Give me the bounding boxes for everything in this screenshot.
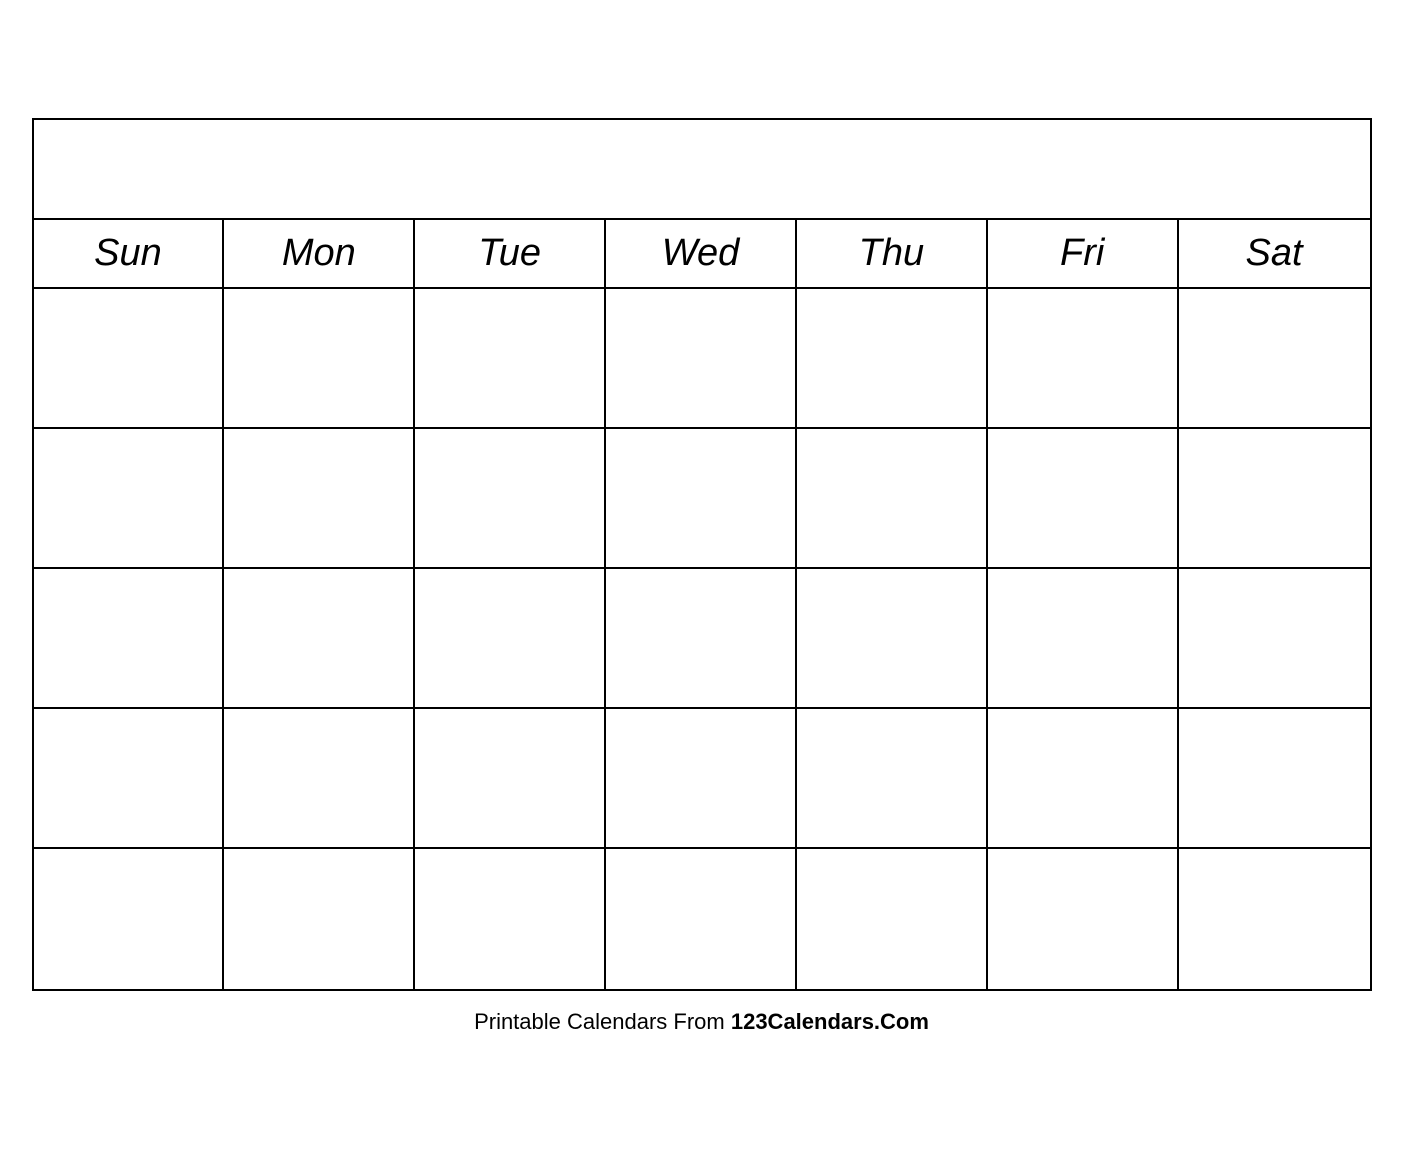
cell-r1-mon[interactable]: [224, 289, 415, 427]
header-sun: Sun: [34, 220, 225, 287]
calendar-row-3: [34, 569, 1370, 709]
calendar-row-1: [34, 289, 1370, 429]
footer-normal-text: Printable Calendars From: [474, 1009, 731, 1034]
calendar-row-4: [34, 709, 1370, 849]
cell-r5-mon[interactable]: [224, 849, 415, 989]
calendar-row-2: [34, 429, 1370, 569]
cell-r2-wed[interactable]: [606, 429, 797, 567]
cell-r3-mon[interactable]: [224, 569, 415, 707]
calendar-title-row: [34, 120, 1370, 220]
footer: Printable Calendars From 123Calendars.Co…: [474, 1009, 929, 1035]
cell-r2-sun[interactable]: [34, 429, 225, 567]
calendar-rows: [34, 289, 1370, 989]
day-headers-row: Sun Mon Tue Wed Thu Fri Sat: [34, 220, 1370, 289]
cell-r4-thu[interactable]: [797, 709, 988, 847]
cell-r1-fri[interactable]: [988, 289, 1179, 427]
cell-r5-fri[interactable]: [988, 849, 1179, 989]
cell-r2-mon[interactable]: [224, 429, 415, 567]
cell-r3-fri[interactable]: [988, 569, 1179, 707]
calendar-container: Sun Mon Tue Wed Thu Fri Sat: [32, 118, 1372, 991]
cell-r5-sat[interactable]: [1179, 849, 1370, 989]
cell-r1-sun[interactable]: [34, 289, 225, 427]
cell-r1-wed[interactable]: [606, 289, 797, 427]
cell-r3-sat[interactable]: [1179, 569, 1370, 707]
cell-r5-thu[interactable]: [797, 849, 988, 989]
footer-bold-text: 123Calendars.Com: [731, 1009, 929, 1034]
cell-r5-tue[interactable]: [415, 849, 606, 989]
cell-r2-tue[interactable]: [415, 429, 606, 567]
header-fri: Fri: [988, 220, 1179, 287]
cell-r4-mon[interactable]: [224, 709, 415, 847]
page-wrapper: Sun Mon Tue Wed Thu Fri Sat: [0, 0, 1403, 1153]
cell-r1-sat[interactable]: [1179, 289, 1370, 427]
header-wed: Wed: [606, 220, 797, 287]
cell-r2-thu[interactable]: [797, 429, 988, 567]
cell-r4-sat[interactable]: [1179, 709, 1370, 847]
cell-r3-sun[interactable]: [34, 569, 225, 707]
header-tue: Tue: [415, 220, 606, 287]
calendar-grid: Sun Mon Tue Wed Thu Fri Sat: [34, 220, 1370, 989]
cell-r2-fri[interactable]: [988, 429, 1179, 567]
cell-r5-wed[interactable]: [606, 849, 797, 989]
cell-r4-tue[interactable]: [415, 709, 606, 847]
cell-r3-tue[interactable]: [415, 569, 606, 707]
cell-r1-tue[interactable]: [415, 289, 606, 427]
cell-r1-thu[interactable]: [797, 289, 988, 427]
cell-r3-wed[interactable]: [606, 569, 797, 707]
cell-r4-sun[interactable]: [34, 709, 225, 847]
cell-r5-sun[interactable]: [34, 849, 225, 989]
cell-r2-sat[interactable]: [1179, 429, 1370, 567]
cell-r3-thu[interactable]: [797, 569, 988, 707]
header-sat: Sat: [1179, 220, 1370, 287]
cell-r4-fri[interactable]: [988, 709, 1179, 847]
header-mon: Mon: [224, 220, 415, 287]
header-thu: Thu: [797, 220, 988, 287]
cell-r4-wed[interactable]: [606, 709, 797, 847]
calendar-row-5: [34, 849, 1370, 989]
